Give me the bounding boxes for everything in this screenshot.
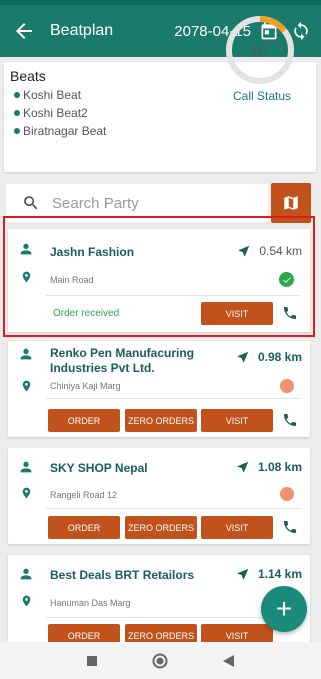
- search-input[interactable]: [52, 194, 252, 212]
- order-button[interactable]: ORDER: [48, 516, 120, 539]
- person-icon: [20, 461, 32, 473]
- system-nav-bar: [0, 642, 321, 679]
- beats-list: Koshi Beat Koshi Beat2 Biratnagar Beat: [14, 86, 106, 140]
- party-card[interactable]: Renko Pen Manufacuring Industries Pvt Lt…: [8, 341, 310, 437]
- beat-item: Koshi Beat: [14, 86, 106, 104]
- bullet-icon: [14, 92, 20, 98]
- party-distance: 1.14 km: [236, 567, 302, 581]
- call-status-label: Call Status: [232, 89, 292, 103]
- party-distance: 1.08 km: [236, 460, 302, 474]
- navigation-arrow-icon: [237, 461, 249, 473]
- visit-button[interactable]: VISIT: [201, 516, 273, 539]
- zero-orders-button[interactable]: ZERO ORDERS: [125, 409, 197, 432]
- beat-item: Biratnagar Beat: [14, 122, 106, 140]
- location-pin-icon: [22, 380, 31, 392]
- party-distance: 0.98 km: [236, 350, 302, 364]
- zero-orders-button[interactable]: ZERO ORDERS: [125, 516, 197, 539]
- selection-highlight: [3, 216, 315, 337]
- phone-icon[interactable]: [282, 519, 298, 535]
- navigation-arrow-icon: [237, 351, 249, 363]
- beat-item: Koshi Beat2: [14, 104, 106, 122]
- party-address: Rangeli Road 12: [50, 490, 118, 500]
- party-name: Renko Pen Manufacuring Industries Pvt Lt…: [50, 346, 195, 375]
- order-button[interactable]: ORDER: [48, 409, 120, 432]
- person-icon: [20, 568, 32, 580]
- beats-heading: Beats: [10, 68, 46, 84]
- party-card[interactable]: SKY SHOP Nepal 1.08 km Rangeli Road 12 O…: [8, 448, 310, 544]
- divider: [46, 508, 300, 509]
- party-name: SKY SHOP Nepal: [50, 461, 148, 475]
- status-indicator: [280, 379, 294, 393]
- phone-icon[interactable]: [282, 412, 298, 428]
- recents-icon[interactable]: [87, 655, 98, 666]
- party-name: Best Deals BRT Retailors: [50, 568, 195, 582]
- bullet-icon: [14, 128, 20, 134]
- visit-button[interactable]: VISIT: [201, 409, 273, 432]
- map-icon: [284, 196, 298, 210]
- bullet-icon: [14, 110, 20, 116]
- navigation-arrow-icon: [237, 568, 249, 580]
- party-address: Chiniya Kaji Marg: [50, 381, 121, 391]
- status-indicator: [280, 487, 294, 501]
- home-icon[interactable]: [152, 653, 168, 669]
- location-pin-icon: [22, 487, 31, 499]
- divider: [46, 398, 300, 399]
- page-title: Beatplan: [50, 22, 114, 39]
- person-icon: [20, 348, 32, 360]
- call-status-value: 1/7: [250, 42, 270, 58]
- back-triangle-icon[interactable]: [222, 654, 234, 667]
- add-fab-button[interactable]: +: [261, 586, 307, 632]
- back-arrow-icon[interactable]: [12, 19, 36, 43]
- search-icon: [24, 196, 38, 210]
- party-address: Hanuman Das Marg: [50, 598, 131, 608]
- location-pin-icon: [22, 595, 31, 607]
